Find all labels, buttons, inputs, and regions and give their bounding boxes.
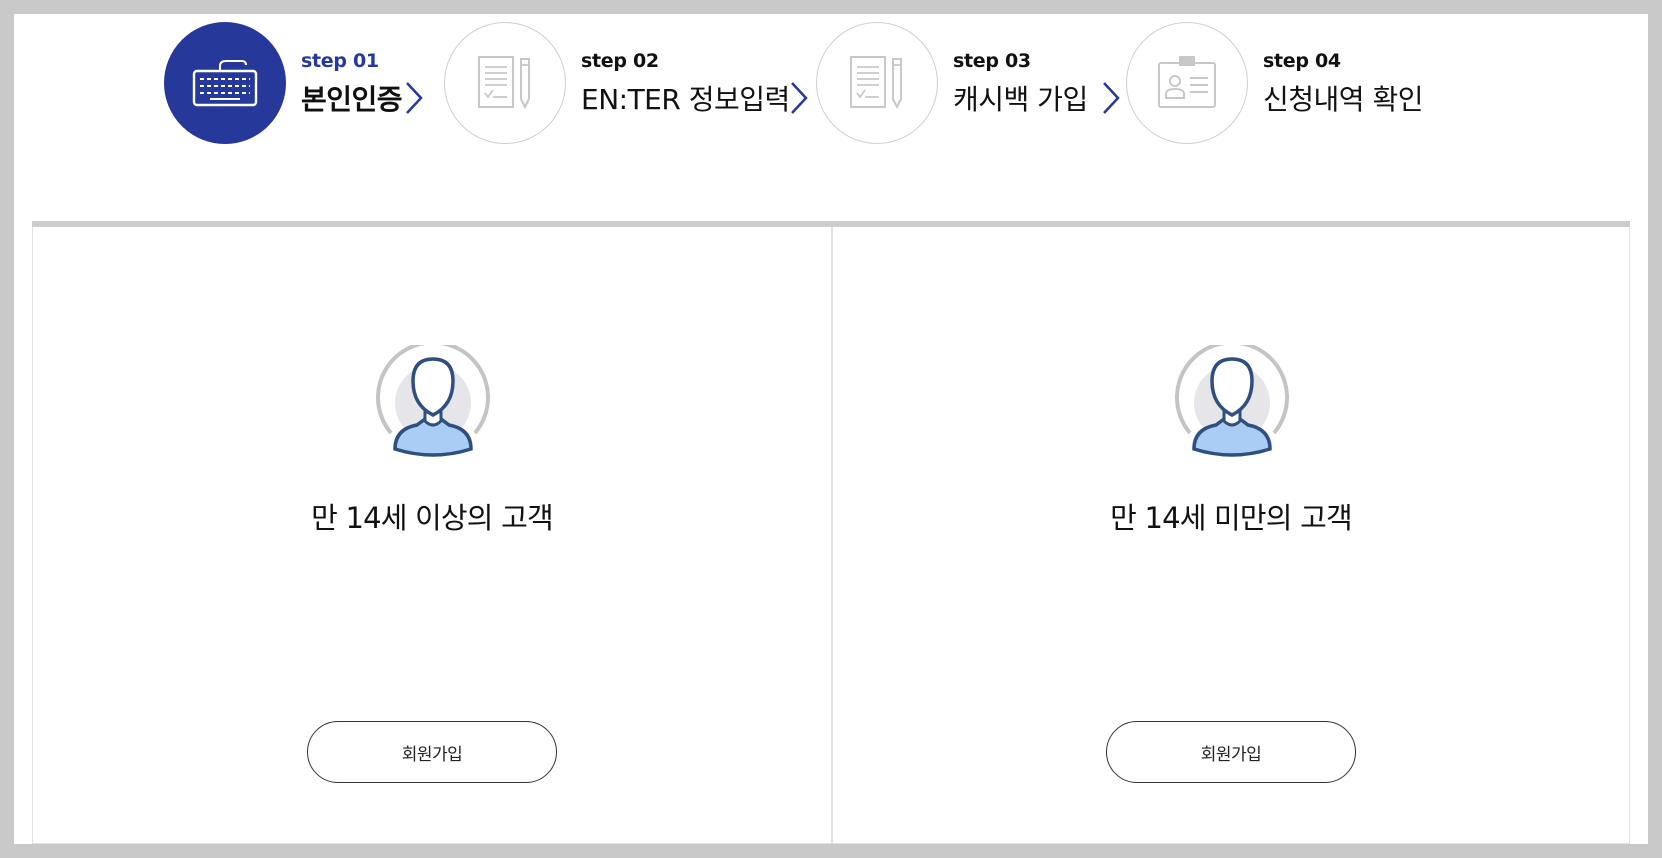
step-number: step 02: [581, 50, 659, 72]
document-pencil-icon: [478, 56, 530, 110]
document-pencil-icon: [850, 56, 902, 110]
chevron-right-icon: [406, 82, 423, 114]
option-panel-under-14: 만 14세 미만의 고객 회원가입: [832, 227, 1630, 844]
step-number: step 04: [1263, 50, 1341, 72]
signup-button[interactable]: 회원가입: [1106, 721, 1356, 783]
signup-stepper: step 01 본인인증 step 02 EN:TER 정보입력 step 03…: [14, 14, 1648, 164]
step-title: EN:TER 정보입력: [581, 83, 790, 116]
page: step 01 본인인증 step 02 EN:TER 정보입력 step 03…: [14, 14, 1648, 844]
option-label: 만 14세 미만의 고객: [1110, 501, 1353, 535]
step-title: 캐시백 가입: [953, 83, 1088, 116]
step-1-circle: [164, 22, 286, 144]
step-title: 신청내역 확인: [1263, 83, 1423, 116]
keyboard-icon: [192, 60, 258, 107]
option-label: 만 14세 이상의 고객: [311, 501, 554, 535]
step-number: step 01: [301, 50, 379, 72]
id-card-icon: [1158, 56, 1216, 108]
step-3-circle: [816, 22, 938, 144]
step-4-circle: [1126, 22, 1248, 144]
step-2-circle: [444, 22, 566, 144]
user-avatar-icon: [376, 345, 490, 457]
signup-button[interactable]: 회원가입: [307, 721, 557, 783]
user-avatar-icon: [1175, 345, 1289, 457]
option-panel-over-14: 만 14세 이상의 고객 회원가입: [32, 227, 832, 844]
step-number: step 03: [953, 50, 1031, 72]
step-title: 본인인증: [301, 83, 403, 116]
chevron-right-icon: [1103, 82, 1120, 114]
chevron-right-icon: [791, 82, 808, 114]
